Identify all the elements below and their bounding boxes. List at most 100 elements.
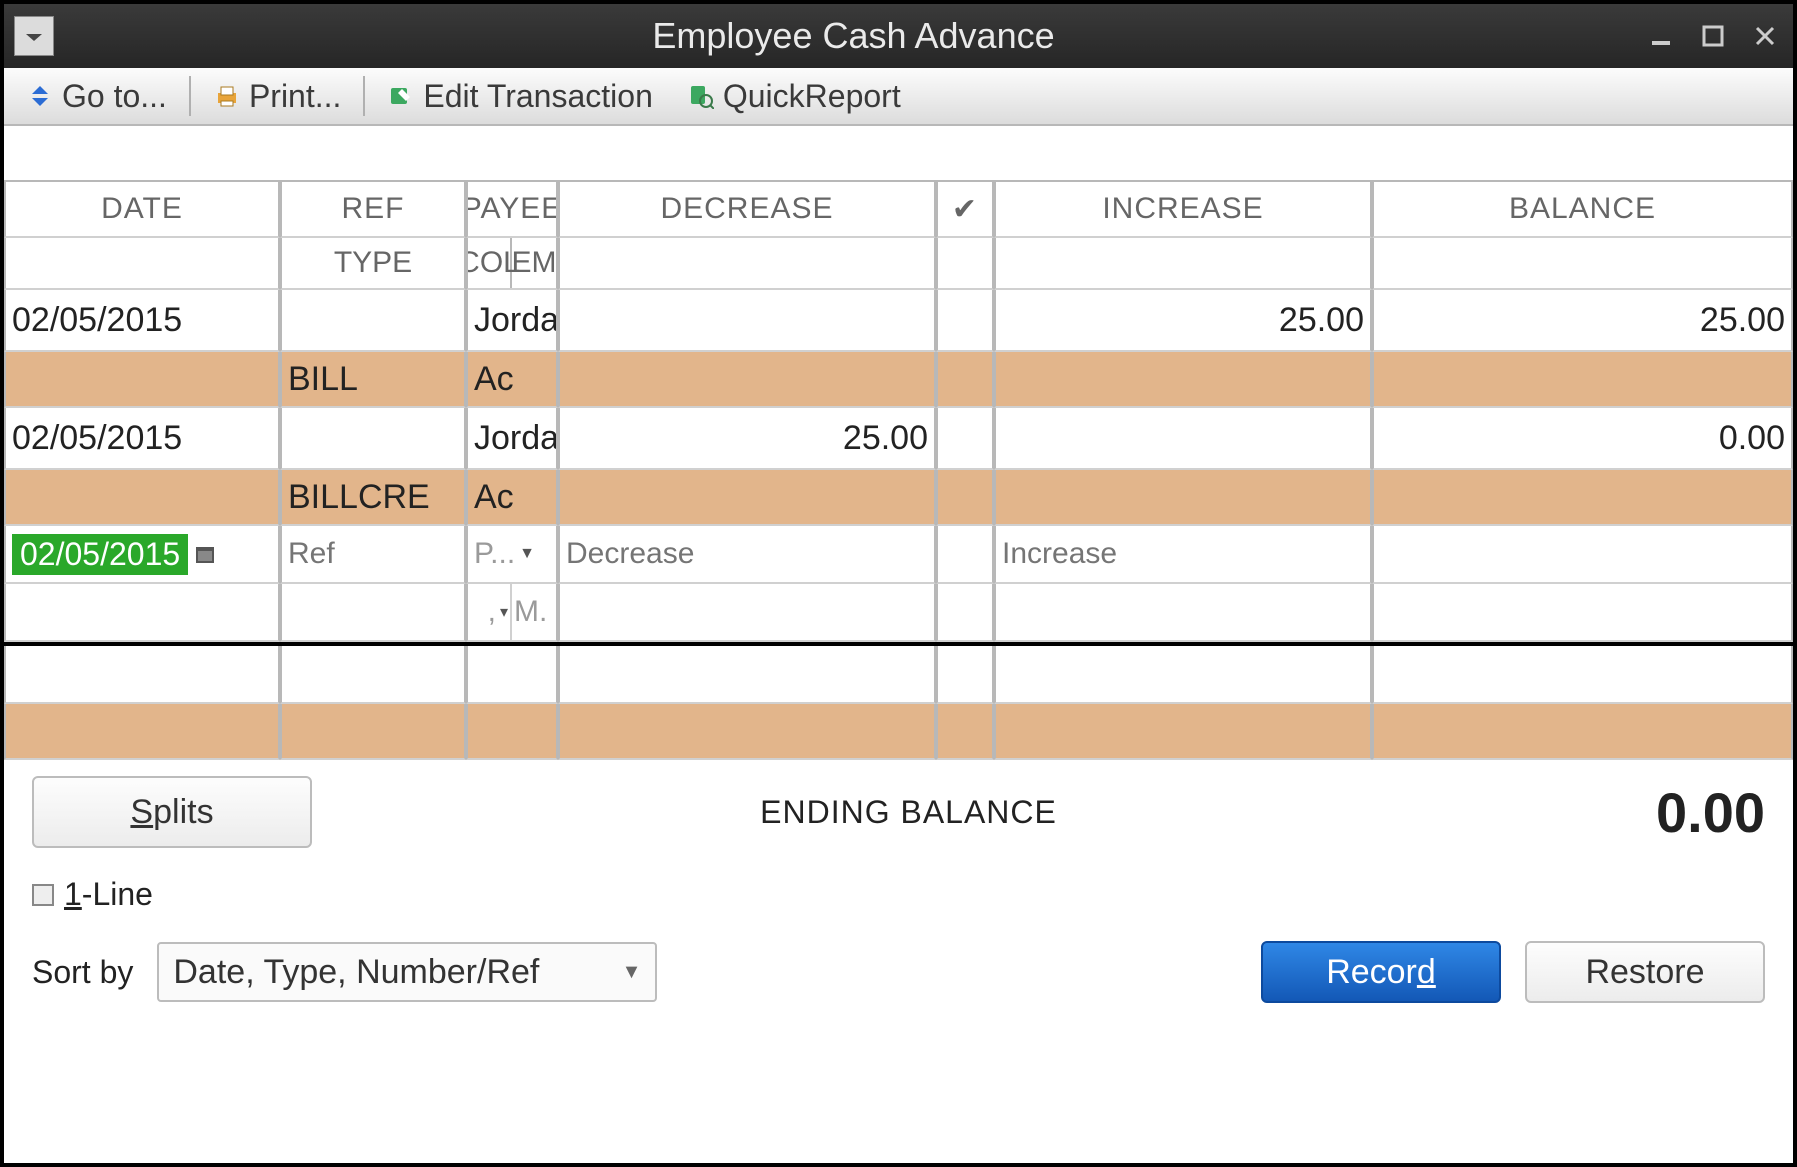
col-em-header[interactable]: EM — [512, 238, 556, 288]
cell-ref[interactable] — [280, 408, 466, 470]
col-payee-header[interactable]: PAYEE — [466, 182, 558, 238]
entry-balance-sub — [1372, 584, 1793, 642]
oneline-label[interactable]: 1-Line — [64, 876, 153, 913]
entry-decrease-sub — [558, 584, 936, 642]
col-balance-header[interactable]: BALANCE — [1372, 182, 1793, 238]
entry-check[interactable] — [936, 526, 994, 584]
cell-increase-sub — [994, 352, 1372, 408]
col-check-sub — [936, 238, 994, 290]
cell-increase-sub — [994, 470, 1372, 526]
col-ref-header[interactable]: REF — [280, 182, 466, 238]
cell-payee[interactable]: Jordan — [466, 408, 558, 470]
goto-icon — [26, 82, 54, 110]
register-window: Employee Cash Advance Go to... Print... — [0, 0, 1797, 1167]
entry-date[interactable]: 02/05/2015 — [4, 526, 280, 584]
cell-check-sub — [936, 470, 994, 526]
edit-icon — [387, 82, 415, 110]
payee-input[interactable]: P... — [474, 537, 515, 571]
col-type-header[interactable]: TYPE — [280, 238, 466, 290]
report-icon — [687, 82, 715, 110]
cell-type[interactable]: BILL — [280, 352, 466, 408]
print-button[interactable]: Print... — [199, 74, 355, 119]
window-title: Employee Cash Advance — [64, 15, 1643, 57]
table-subrow[interactable]: BILLCRE Ac — [4, 470, 1793, 526]
table-subrow[interactable]: BILL Ac — [4, 352, 1793, 408]
toolbar: Go to... Print... Edit Transaction Quick… — [4, 68, 1793, 126]
cell-check[interactable] — [936, 408, 994, 470]
oneline-checkbox[interactable] — [32, 884, 54, 906]
cell-date[interactable]: 02/05/2015 — [4, 290, 280, 352]
cell-date-sub — [4, 470, 280, 526]
entry-type[interactable] — [280, 584, 466, 642]
window-buttons — [1643, 18, 1783, 54]
record-button[interactable]: Record — [1261, 941, 1501, 1003]
header-row: DATE REF PAYEE DECREASE ✔ INCREASE BALAN… — [4, 182, 1793, 238]
table-row[interactable]: 02/05/2015 Jordan 25.00 0.00 — [4, 408, 1793, 470]
cell-increase[interactable] — [994, 408, 1372, 470]
maximize-button[interactable] — [1695, 18, 1731, 54]
empty-subrow — [4, 704, 1793, 760]
entry-date-value[interactable]: 02/05/2015 — [12, 534, 188, 575]
empty-row — [4, 646, 1793, 704]
close-button[interactable] — [1747, 18, 1783, 54]
col-col-header[interactable]: COL — [468, 238, 512, 288]
goto-button[interactable]: Go to... — [12, 74, 181, 119]
col-balance-sub — [1372, 238, 1793, 290]
col-check-header[interactable]: ✔ — [936, 182, 994, 238]
cell-date[interactable]: 02/05/2015 — [4, 408, 280, 470]
entry-increase[interactable] — [994, 526, 1372, 584]
ending-balance-label: ENDING BALANCE — [332, 794, 1485, 831]
decrease-input[interactable] — [566, 537, 928, 571]
entry-em[interactable]: M. — [512, 584, 556, 640]
quickreport-button[interactable]: QuickReport — [673, 74, 915, 119]
calendar-icon[interactable] — [194, 543, 216, 565]
col-decrease-header[interactable]: DECREASE — [558, 182, 936, 238]
entry-col[interactable]: , ▾ — [468, 584, 512, 640]
restore-button[interactable]: Restore — [1525, 941, 1765, 1003]
table-row[interactable]: 02/05/2015 Jordan 25.00 25.00 — [4, 290, 1793, 352]
cell-balance: 25.00 — [1372, 290, 1793, 352]
col-increase-sub — [994, 238, 1372, 290]
chevron-down-icon[interactable]: ▾ — [500, 602, 508, 622]
cell-col[interactable]: Ac — [466, 470, 558, 526]
sortby-value: Date, Type, Number/Ref — [173, 953, 539, 992]
cell-payee[interactable]: Jordan — [466, 290, 558, 352]
col-decrease-sub — [558, 238, 936, 290]
cell-increase[interactable]: 25.00 — [994, 290, 1372, 352]
titlebar: Employee Cash Advance — [4, 4, 1793, 68]
cell-check[interactable] — [936, 290, 994, 352]
print-label: Print... — [249, 78, 341, 115]
cell-col[interactable]: Ac — [466, 352, 558, 408]
entry-increase-sub — [994, 584, 1372, 642]
system-menu-button[interactable] — [14, 16, 54, 56]
entry-col-em[interactable]: , ▾ M. — [466, 584, 558, 642]
entry-subrow[interactable]: , ▾ M. — [4, 584, 1793, 642]
entry-decrease[interactable] — [558, 526, 936, 584]
chevron-down-icon: ▼ — [622, 961, 642, 984]
entry-ref[interactable] — [280, 526, 466, 584]
edit-transaction-button[interactable]: Edit Transaction — [373, 74, 666, 119]
sortby-select[interactable]: Date, Type, Number/Ref ▼ — [157, 942, 657, 1002]
entry-row[interactable]: 02/05/2015 P... ▼ — [4, 526, 1793, 584]
entry-payee[interactable]: P... ▼ — [466, 526, 558, 584]
entry-date-sub — [4, 584, 280, 642]
cell-decrease[interactable]: 25.00 — [558, 408, 936, 470]
increase-input[interactable] — [1002, 537, 1364, 571]
col-date-header[interactable]: DATE — [4, 182, 280, 238]
cell-type[interactable]: BILLCRE — [280, 470, 466, 526]
chevron-down-icon[interactable]: ▼ — [519, 545, 535, 563]
print-icon — [213, 82, 241, 110]
toolbar-separator — [189, 76, 191, 116]
minimize-button[interactable] — [1643, 18, 1679, 54]
cell-ref[interactable] — [280, 290, 466, 352]
footer-bottom: Sort by Date, Type, Number/Ref ▼ Record … — [32, 941, 1765, 1003]
entry-check-sub — [936, 584, 994, 642]
cell-balance: 0.00 — [1372, 408, 1793, 470]
footer: Splits ENDING BALANCE 0.00 1-Line Sort b… — [4, 760, 1793, 1023]
col-increase-header[interactable]: INCREASE — [994, 182, 1372, 238]
cell-decrease[interactable] — [558, 290, 936, 352]
ref-input[interactable] — [288, 537, 458, 571]
goto-label: Go to... — [62, 78, 167, 115]
cell-check-sub — [936, 352, 994, 408]
splits-button[interactable]: Splits — [32, 776, 312, 848]
